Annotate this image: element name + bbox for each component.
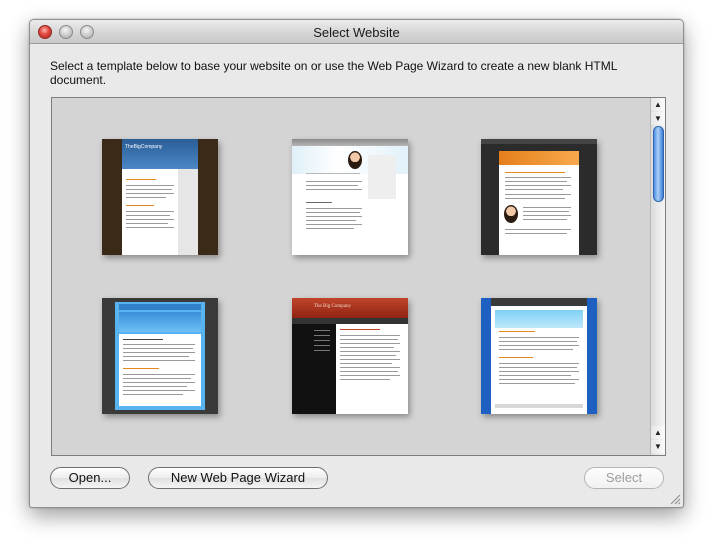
template-gallery[interactable]: TheBigCompany The Big Company ▲ ▼ ▲ ▼ xyxy=(51,97,666,456)
template-caption-1: TheBigCompany xyxy=(125,144,163,150)
scroll-up-top-icon[interactable]: ▲ xyxy=(651,98,665,111)
template-thumbnail-4[interactable] xyxy=(102,298,218,414)
template-thumbnail-3[interactable] xyxy=(481,139,597,255)
scroll-thumb[interactable] xyxy=(653,126,664,202)
title-bar[interactable]: Select Website xyxy=(30,20,683,44)
resize-grip-icon[interactable] xyxy=(670,494,681,505)
instruction-text: Select a template below to base your web… xyxy=(50,59,617,87)
template-thumbnail-5[interactable]: The Big Company xyxy=(292,298,408,414)
window-title: Select Website xyxy=(313,25,400,40)
template-thumbnail-6[interactable] xyxy=(481,298,597,414)
open-button[interactable]: Open... xyxy=(50,467,130,489)
template-caption-5: The Big Company xyxy=(314,304,351,309)
scroll-up-icon[interactable]: ▲ xyxy=(651,426,665,439)
scroll-down-icon[interactable]: ▼ xyxy=(651,440,665,453)
scroll-down-top-icon[interactable]: ▼ xyxy=(651,112,665,125)
template-thumbnail-2[interactable] xyxy=(292,139,408,255)
select-button[interactable]: Select xyxy=(584,467,664,489)
new-web-page-wizard-button[interactable]: New Web Page Wizard xyxy=(148,467,328,489)
template-thumbnail-1[interactable]: TheBigCompany xyxy=(102,139,218,255)
vertical-scrollbar[interactable]: ▲ ▼ ▲ ▼ xyxy=(650,98,665,455)
select-website-dialog: Select Website Select a template below t… xyxy=(29,19,684,508)
